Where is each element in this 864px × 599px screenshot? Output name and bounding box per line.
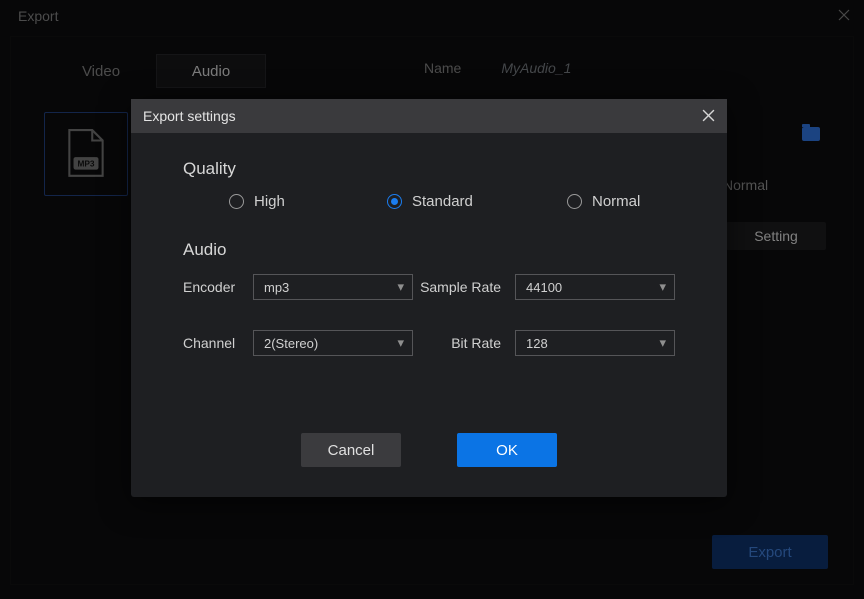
encoder-label: Encoder: [183, 279, 253, 295]
modal-title: Export settings: [143, 108, 236, 124]
samplerate-label: Sample Rate: [415, 279, 515, 295]
cancel-button[interactable]: Cancel: [301, 433, 401, 467]
audio-form: Encoder mp3 ▾ Sample Rate 44100 ▾ Channe…: [183, 274, 691, 356]
chevron-down-icon: ▾: [659, 279, 666, 295]
quality-radio-group: High Standard Normal: [183, 193, 691, 210]
quality-option-normal[interactable]: Normal: [567, 193, 640, 210]
radio-icon: [567, 194, 582, 209]
samplerate-select[interactable]: 44100 ▾: [515, 274, 675, 300]
quality-option-standard[interactable]: Standard: [387, 193, 567, 210]
modal-body: Quality High Standard Normal Audio Encod…: [131, 133, 727, 356]
quality-option-high[interactable]: High: [229, 193, 387, 210]
channel-value: 2(Stereo): [264, 336, 318, 351]
bitrate-label: Bit Rate: [415, 335, 515, 351]
chevron-down-icon: ▾: [397, 279, 404, 295]
audio-heading: Audio: [183, 240, 691, 260]
modal-button-row: Cancel OK: [131, 433, 727, 467]
tab-video[interactable]: Video: [46, 54, 156, 88]
bitrate-select[interactable]: 128 ▾: [515, 330, 675, 356]
export-window-title: Export: [18, 8, 58, 24]
export-button[interactable]: Export: [712, 535, 828, 569]
encoder-select[interactable]: mp3 ▾: [253, 274, 413, 300]
quality-preview-label: Normal: [723, 177, 768, 193]
svg-text:MP3: MP3: [77, 158, 94, 168]
name-row: Name MyAudio_1: [424, 60, 571, 76]
modal-titlebar: Export settings: [131, 99, 727, 133]
export-titlebar: Export: [0, 0, 864, 32]
close-icon[interactable]: [838, 8, 850, 24]
channel-label: Channel: [183, 335, 253, 351]
export-settings-modal: Export settings Quality High Standard No…: [131, 99, 727, 497]
quality-option-label: Standard: [412, 193, 473, 210]
setting-button[interactable]: Setting: [726, 222, 826, 250]
name-field[interactable]: MyAudio_1: [501, 60, 571, 76]
radio-icon: [229, 194, 244, 209]
folder-icon[interactable]: [802, 127, 820, 141]
encoder-value: mp3: [264, 280, 289, 295]
tab-audio[interactable]: Audio: [156, 54, 266, 88]
format-thumbnail-mp3[interactable]: MP3: [44, 112, 128, 196]
radio-icon: [387, 194, 402, 209]
chevron-down-icon: ▾: [397, 335, 404, 351]
quality-heading: Quality: [183, 159, 691, 179]
quality-option-label: High: [254, 193, 285, 210]
chevron-down-icon: ▾: [659, 335, 666, 351]
channel-select[interactable]: 2(Stereo) ▾: [253, 330, 413, 356]
modal-close-icon[interactable]: [702, 109, 715, 124]
samplerate-value: 44100: [526, 280, 562, 295]
name-label: Name: [424, 60, 461, 76]
export-tabs: Video Audio: [46, 54, 266, 88]
quality-option-label: Normal: [592, 193, 640, 210]
file-mp3-icon: MP3: [64, 128, 108, 180]
ok-button[interactable]: OK: [457, 433, 557, 467]
bitrate-value: 128: [526, 336, 548, 351]
